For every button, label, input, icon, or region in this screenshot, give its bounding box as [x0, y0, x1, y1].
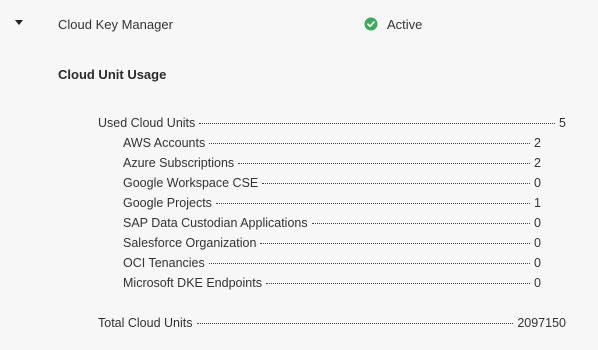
row-value: 2	[534, 156, 541, 170]
leader-dots	[196, 323, 514, 324]
row-label: Google Workspace CSE	[123, 176, 259, 190]
caret-down-icon[interactable]	[15, 20, 23, 25]
row-label: Google Projects	[123, 196, 212, 210]
row-value: 0	[534, 236, 541, 250]
used-cloud-units-row: Used Cloud Units 5	[98, 115, 566, 131]
row-label: AWS Accounts	[123, 136, 206, 150]
row-value: 1	[534, 196, 541, 210]
section-title: Cloud Unit Usage	[58, 67, 167, 82]
list-item: AWS Accounts 2	[123, 135, 541, 151]
leader-dots	[208, 263, 531, 264]
row-value: 0	[534, 176, 541, 190]
row-label: SAP Data Custodian Applications	[123, 216, 308, 230]
product-row: Cloud Key Manager Active	[0, 0, 598, 48]
leader-dots	[238, 163, 531, 164]
row-label: Used Cloud Units	[98, 116, 196, 130]
row-value: 0	[534, 216, 541, 230]
list-item: Microsoft DKE Endpoints 0	[123, 275, 541, 291]
row-value: 5	[559, 116, 566, 130]
row-label: Salesforce Organization	[123, 236, 257, 250]
leader-dots	[199, 123, 556, 124]
row-label: Microsoft DKE Endpoints	[123, 276, 262, 290]
leader-dots	[311, 223, 531, 224]
check-circle-icon	[364, 17, 378, 31]
list-item: SAP Data Custodian Applications 0	[123, 215, 541, 231]
product-name: Cloud Key Manager	[58, 17, 173, 32]
leader-dots	[260, 243, 531, 244]
list-item: Google Workspace CSE 0	[123, 175, 541, 191]
leader-dots	[215, 203, 531, 204]
row-value: 2097150	[517, 316, 566, 330]
row-label: Azure Subscriptions	[123, 156, 235, 170]
row-value: 0	[534, 276, 541, 290]
list-item: Salesforce Organization 0	[123, 235, 541, 251]
row-label: OCI Tenancies	[123, 256, 205, 270]
leader-dots	[262, 183, 531, 184]
list-item: Google Projects 1	[123, 195, 541, 211]
row-value: 2	[534, 136, 541, 150]
leader-dots	[209, 143, 531, 144]
list-item: OCI Tenancies 0	[123, 255, 541, 271]
list-item: Azure Subscriptions 2	[123, 155, 541, 171]
row-label: Total Cloud Units	[98, 316, 193, 330]
total-cloud-units-row: Total Cloud Units 2097150	[98, 315, 566, 331]
row-value: 0	[534, 256, 541, 270]
leader-dots	[265, 283, 531, 284]
status-text: Active	[387, 17, 423, 32]
